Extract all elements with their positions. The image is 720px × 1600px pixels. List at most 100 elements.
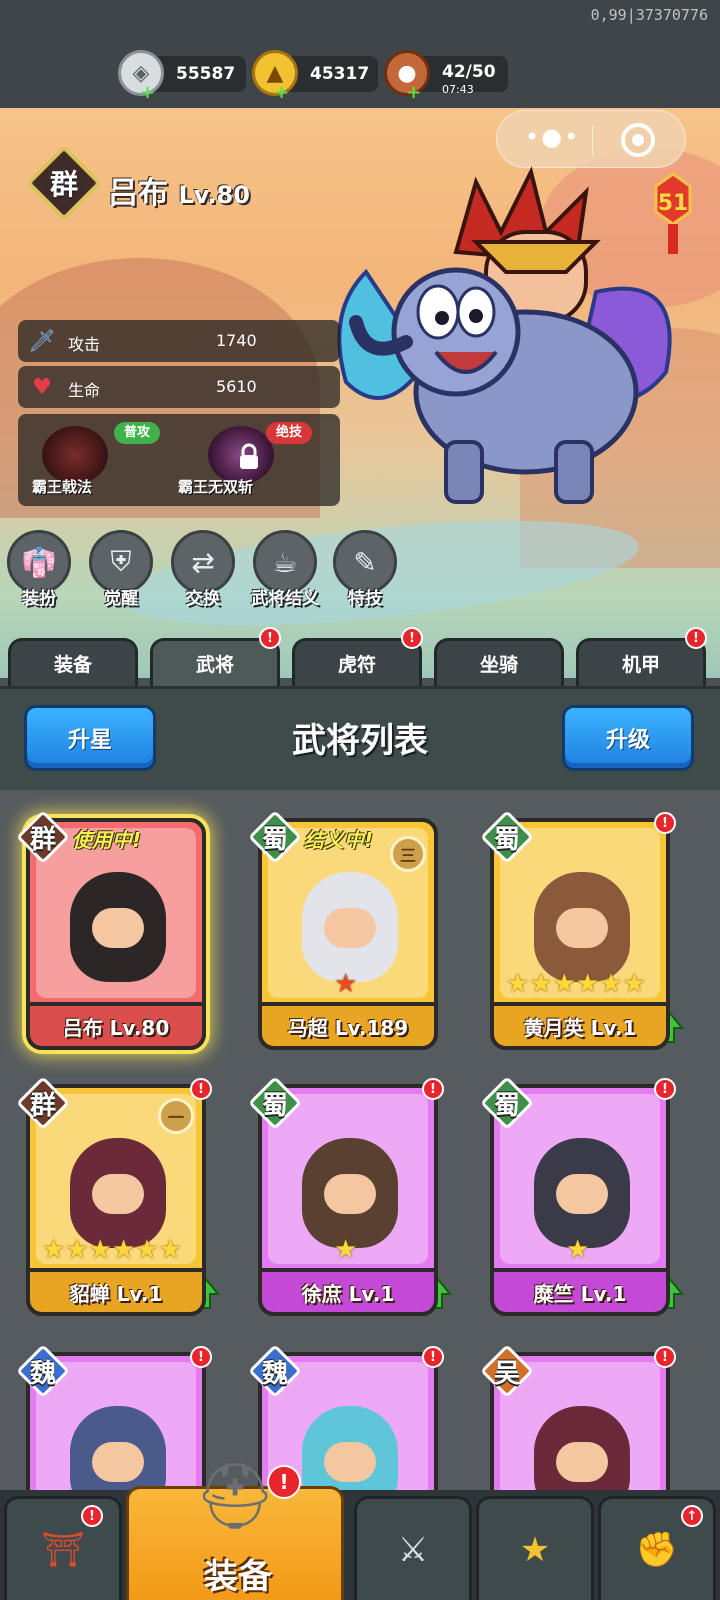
alert-icon: ! [401, 627, 423, 649]
helmet-icon: ⛑ [194, 1460, 276, 1534]
general-name: 糜竺 Lv.1 [490, 1268, 670, 1316]
add-gold-icon[interactable]: + [274, 82, 289, 103]
general-name: 马超 Lv.189 [258, 1002, 438, 1050]
hp-stat: ♥ 生命 5610 [18, 366, 340, 408]
stamina-value: 42/50 [442, 62, 496, 82]
nav-battle[interactable]: ⚔ [354, 1496, 472, 1600]
general-name: 黄月英 Lv.1 [490, 1002, 670, 1050]
nav-achievements[interactable]: ★ [476, 1496, 594, 1600]
general-card-xushu[interactable]: 蜀 ! ★ 徐庶 Lv.1 [248, 1076, 452, 1316]
gate-icon: ⛩ [41, 1529, 85, 1570]
in-use-label: 使用中! [72, 828, 142, 852]
nav-gate[interactable]: ⛩ ! [4, 1496, 122, 1600]
gold-resource[interactable]: ▲ + 45317 [252, 50, 378, 103]
alert-icon: ! [654, 1078, 676, 1100]
sworn-brotherhood-button[interactable]: ☕ 武将结义 [250, 530, 320, 609]
level-up-button[interactable]: 升级 [562, 705, 694, 771]
mini-program-capsule: •●• [496, 110, 686, 168]
alert-icon: ! [259, 627, 281, 649]
hp-label: 生命 [68, 381, 101, 400]
alert-icon: ! [190, 1078, 212, 1100]
faction-badge: 魏 [248, 1344, 302, 1398]
star-rating: ★ ★ ★ ★ ★ ★ [506, 969, 646, 999]
attack-value: 1740 [216, 331, 257, 350]
alert-icon: ! [654, 812, 676, 834]
gold-value: 45317 [310, 64, 370, 84]
nav-equipment-label: 装备 [204, 1557, 272, 1597]
nav-equipment[interactable]: ⛑ ! 装备 [126, 1460, 344, 1600]
portrait [534, 872, 630, 982]
hero-faction: 群 [49, 168, 78, 201]
alert-icon: ! [654, 1346, 676, 1368]
close-miniprogram-icon[interactable] [621, 123, 655, 157]
portrait [302, 872, 398, 982]
more-icon[interactable]: •●• [525, 123, 580, 151]
faction-badge: 吴 [480, 1344, 534, 1398]
alert-icon: ! [685, 627, 707, 649]
tab-equipment[interactable]: 装备 [8, 638, 138, 686]
faction-badge: 群 [16, 810, 70, 864]
general-card-machao[interactable]: 蜀 结义中! 三 ★ 马超 Lv.189 [248, 810, 438, 1050]
star-rating: ★ [334, 969, 358, 999]
tab-mecha[interactable]: 机甲 ! [576, 627, 707, 686]
sworn-rank-badge: 三 [390, 836, 426, 872]
fist-upgrade-icon: ✊ [635, 1529, 679, 1570]
tab-generals[interactable]: 武将 ! [150, 627, 281, 686]
faction-badge: 魏 [16, 1344, 70, 1398]
star-rating: ★ ★ ★ ★ ★ ★ [42, 1235, 182, 1265]
general-card-mizhu[interactable]: 蜀 ! ★ 糜竺 Lv.1 [480, 1076, 684, 1316]
portrait [70, 1138, 166, 1248]
silver-resource[interactable]: ◈ + 55587 [118, 50, 246, 103]
portrait [70, 872, 166, 982]
general-card-lubu[interactable]: 群 使用中! 吕布 Lv.80 [16, 810, 206, 1050]
faction-badge: 蜀 [480, 810, 534, 864]
stars-badge-icon: ★ [519, 1529, 551, 1570]
heart-icon: ♥ [32, 374, 52, 400]
faction-badge: 蜀 [480, 1076, 534, 1130]
lock-icon [240, 443, 258, 469]
tab-tiger-tally[interactable]: 虎符 ! [292, 627, 423, 686]
bottom-nav: ⛩ ! ⛑ ! 装备 ⚔ ★ ✊ ↑ [0, 1460, 720, 1600]
skill-ultimate-tag: 绝技 [266, 422, 313, 444]
star-rating: ★ [334, 1235, 358, 1265]
stamina-resource[interactable]: ● + 42/50 07:43 [384, 50, 508, 103]
general-card-huangyueying[interactable]: 蜀 ! ★ ★ ★ ★ ★ ★ 黄月英 Lv.1 [480, 810, 684, 1050]
awaken-button[interactable]: ⛨ 觉醒 [86, 530, 156, 609]
top-bar: 0,99|37370776 ◈ + 55587 ▲ + 45317 ● + 42… [0, 0, 720, 108]
general-name: 貂蝉 Lv.1 [26, 1268, 206, 1316]
sworn-label: 结义中! [304, 828, 374, 852]
skill-normal-tag: 普攻 [114, 422, 161, 444]
general-card-diaochan[interactable]: 群 ! 一 ★ ★ ★ ★ ★ ★ 貂蝉 Lv.1 [16, 1076, 220, 1316]
add-stamina-icon[interactable]: + [406, 82, 421, 103]
faction-badge: 蜀 [248, 810, 302, 864]
faction-badge: 蜀 [248, 1076, 302, 1130]
generals-panel-header: 升星 武将列表 升级 [0, 686, 720, 790]
alert-icon: ! [422, 1346, 444, 1368]
exchange-button[interactable]: ⇄ 交换 [168, 530, 238, 609]
silver-value: 55587 [176, 64, 236, 84]
hp-value: 5610 [216, 377, 257, 396]
stamina-timer: 07:43 [442, 83, 474, 96]
dress-up-button[interactable]: 👘 装扮 [4, 530, 74, 609]
sworn-rank-badge: 一 [158, 1098, 194, 1134]
sword-icon: 🗡 [28, 328, 56, 354]
portrait [302, 1138, 398, 1248]
alert-icon: ! [81, 1505, 103, 1527]
general-name: 吕布 Lv.80 [26, 1002, 206, 1050]
attack-label: 攻击 [68, 335, 101, 354]
add-silver-icon[interactable]: + [140, 82, 155, 103]
special-skill-button[interactable]: ✎ 特技 [330, 530, 400, 609]
tab-mount[interactable]: 坐骑 [434, 638, 564, 686]
general-name: 徐庶 Lv.1 [258, 1268, 438, 1316]
hero-mount-artwork [337, 166, 672, 504]
faction-badge: 群 [16, 1076, 70, 1130]
alert-icon: ! [190, 1346, 212, 1368]
skill-ultimate-name: 霸王无双斩 [178, 478, 254, 496]
skill-normal-name: 霸王戟法 [32, 478, 93, 496]
portrait [534, 1138, 630, 1248]
crossed-swords-icon: ⚔ [397, 1529, 429, 1570]
star-rating: ★ [566, 1235, 590, 1265]
alert-icon: ! [422, 1078, 444, 1100]
nav-upgrade[interactable]: ✊ ↑ [598, 1496, 716, 1600]
debug-readout: 0,99|37370776 [590, 6, 708, 24]
